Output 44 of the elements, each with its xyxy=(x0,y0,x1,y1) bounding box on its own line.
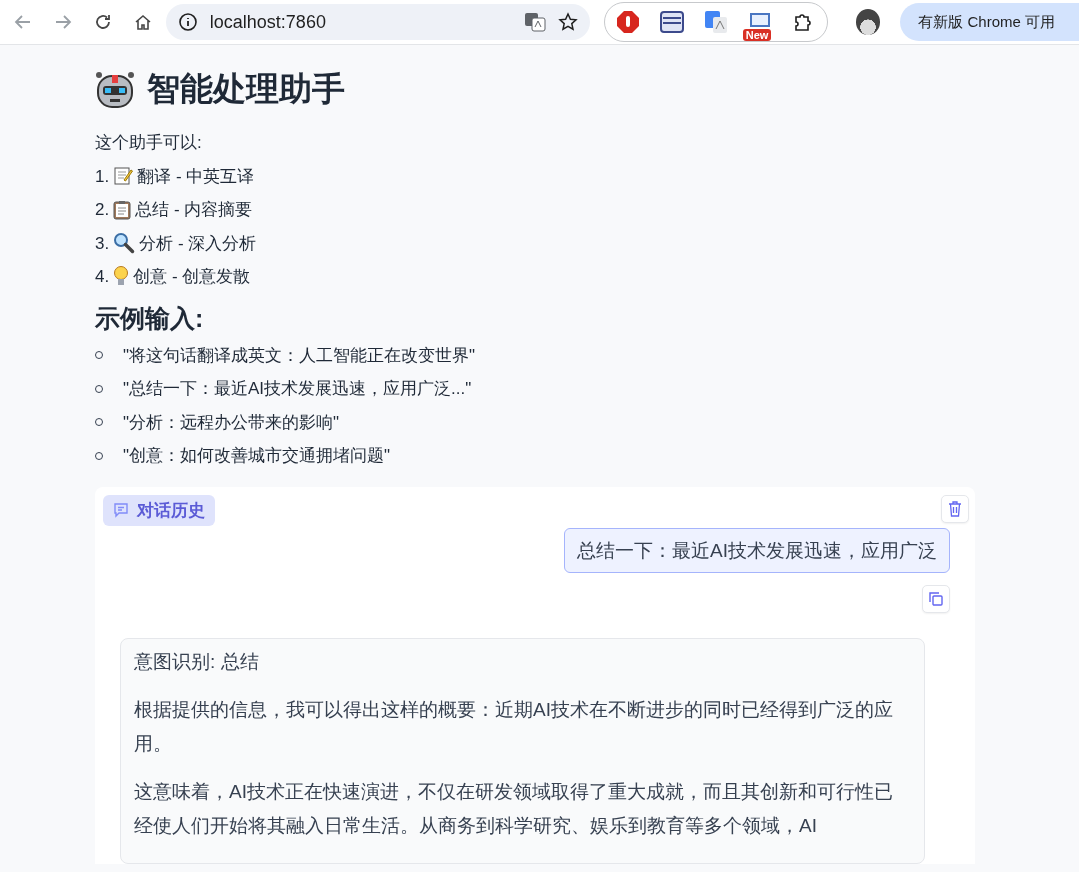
capability-text: 创意 - 创意发散 xyxy=(133,266,251,288)
user-message: 总结一下：最近AI技术发展迅速，应用广泛 xyxy=(564,527,950,573)
window-icon[interactable] xyxy=(658,9,685,35)
magnifier-icon xyxy=(113,232,136,255)
back-arrow-icon[interactable] xyxy=(13,13,32,31)
home-icon[interactable] xyxy=(133,13,152,31)
address-bar[interactable]: localhost:7860 xyxy=(165,4,590,40)
forward-arrow-icon[interactable] xyxy=(53,13,72,31)
memo-icon xyxy=(113,166,134,187)
capability-text: 总结 - 内容摘要 xyxy=(135,199,253,221)
example-text: "总结一下：最近AI技术发展迅速，应用广泛..." xyxy=(123,378,472,400)
chat-history-label: 对话历史 xyxy=(103,494,215,526)
message-paragraph: 根据提供的信息，我可以得出这样的概要：近期AI技术在不断进步的同时已经得到广泛的应用。 xyxy=(134,697,894,756)
translate-icon[interactable] xyxy=(702,9,729,35)
list-number: 3. xyxy=(95,232,110,255)
robot-icon xyxy=(95,70,135,109)
star-icon[interactable] xyxy=(557,12,578,32)
page-title: 智能处理助手 xyxy=(147,69,345,109)
copy-icon xyxy=(929,591,943,606)
message-paragraph: 意图识别: 总结 xyxy=(134,649,260,674)
list-number: 2. xyxy=(95,199,110,221)
message-paragraph: 这意味着，AI技术正在快速演进，不仅在研发领域取得了重大成就，而且其创新和可行性已经使人们开始将其融入日常生活。从商务到科学研究、娱乐到教育等多个领域，AI xyxy=(134,779,894,838)
reload-icon[interactable] xyxy=(93,13,112,31)
capability-text: 翻译 - 中英互译 xyxy=(137,165,255,188)
example-text: "创意：如何改善城市交通拥堵问题" xyxy=(123,445,391,467)
section-heading: 示例输入: xyxy=(95,302,205,334)
light-bulb-icon xyxy=(113,265,130,288)
profile-avatar[interactable] xyxy=(855,9,881,35)
copy-button[interactable] xyxy=(922,584,950,613)
chat-icon xyxy=(113,502,129,518)
new-badge: New xyxy=(742,29,772,41)
example-text: "分析：远程办公带来的影响" xyxy=(123,411,340,434)
list-number: 1. xyxy=(95,165,110,188)
stop-sign-icon[interactable] xyxy=(614,9,641,35)
capability-text: 分析 - 深入分析 xyxy=(139,232,257,255)
intro-text: 这个助手可以: xyxy=(95,132,202,154)
translate-icon[interactable] xyxy=(523,11,546,33)
delete-button[interactable] xyxy=(941,494,969,523)
clipboard-icon xyxy=(113,199,132,220)
list-number: 4. xyxy=(95,266,110,288)
info-icon xyxy=(177,12,198,32)
example-text: "将这句话翻译成英文：人工智能正在改变世界" xyxy=(123,344,476,367)
trash-icon xyxy=(948,500,962,517)
update-chrome-button[interactable]: 有新版 Chrome 可用 xyxy=(900,3,1079,41)
